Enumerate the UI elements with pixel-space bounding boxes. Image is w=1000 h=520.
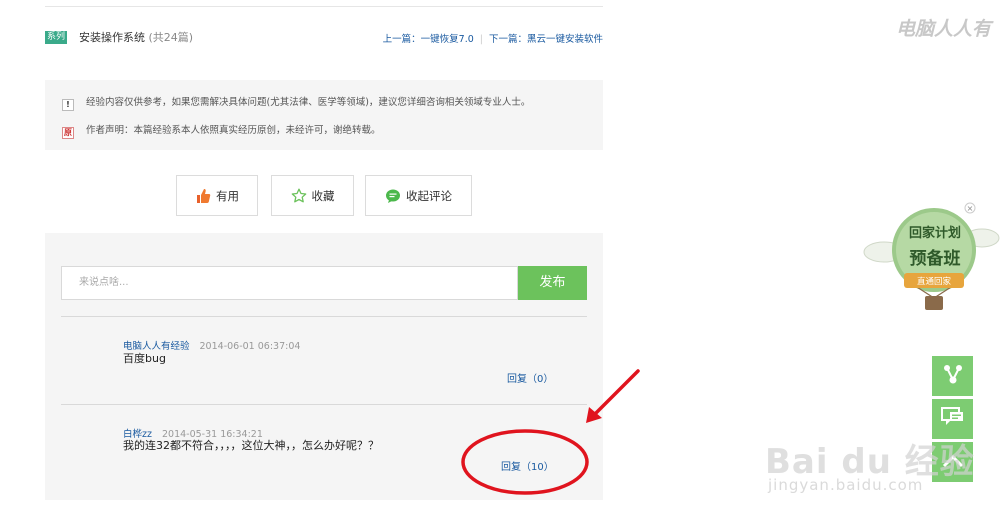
thumbs-up-icon (195, 188, 211, 204)
disclaimer-text: 经验内容仅供参考，如果您需解决具体问题(尤其法律、医学等领域)，建议您详细咨询相… (86, 97, 531, 108)
post-comment-button[interactable]: 发布 (518, 266, 587, 300)
ad-ribbon: 直通回家 (916, 277, 951, 287)
home-plan-ad[interactable]: × 回家计划 预备班 直通回家 (862, 200, 1000, 318)
feedback-button[interactable] (932, 399, 973, 439)
comment-text: 百度bug (123, 352, 166, 365)
baidu-jingyan-url: jingyan.baidu.com (768, 476, 924, 494)
annotation-circle (461, 429, 589, 495)
useful-label: 有用 (216, 188, 239, 203)
collapse-comments-label: 收起评论 (406, 188, 452, 203)
comment-input[interactable]: 来说点啥... (61, 266, 518, 300)
ad-subtitle: 预备班 (909, 249, 961, 269)
red-annotation-overlay (461, 369, 640, 495)
author-statement-row: 原 作者声明：本篇经验系本人依照真实经历原创，未经许可，谢绝转载。 (62, 122, 381, 139)
share-button[interactable] (932, 356, 973, 396)
svg-text:×: × (967, 204, 974, 213)
series-tag: 系列 (45, 31, 67, 44)
author-statement-text: 作者声明：本篇经验系本人依照真实经历原创，未经许可，谢绝转载。 (86, 125, 381, 136)
message-icon (940, 406, 965, 432)
series-count: (共24篇) (148, 31, 194, 44)
comment-text: 我的连32都不符合，，，，这位大神，，怎么办好呢？？ (123, 439, 379, 452)
next-article-link[interactable]: 下一篇：黑云一键安装软件 (489, 34, 603, 45)
prev-article-link[interactable]: 上一篇：一键恢复7.0 (383, 34, 474, 45)
author-watermark: 电脑人人有 (896, 18, 992, 40)
series-title-text[interactable]: 安装操作系统 (79, 31, 145, 44)
comments-divider (61, 316, 587, 317)
star-icon (291, 188, 307, 204)
disclaimer-box: ! 经验内容仅供参考，如果您需解决具体问题(尤其法律、医学等领域)，建议您详细咨询… (45, 80, 603, 150)
disclaimer-row: ! 经验内容仅供参考，如果您需解决具体问题(尤其法律、医学等领域)，建议您详细咨询… (62, 94, 530, 111)
comment-bubble-icon (385, 188, 401, 204)
comment-time: 2014-06-01 06:37:04 (199, 341, 301, 352)
share-icon (942, 363, 964, 389)
collapse-comments-button[interactable]: 收起评论 (365, 175, 472, 216)
prev-next-nav: 上一篇：一键恢复7.0 | 下一篇：黑云一键安装软件 (383, 31, 603, 45)
nav-separator: | (479, 34, 483, 45)
warning-icon: ! (62, 99, 74, 111)
series-title[interactable]: 安装操作系统 (共24篇) (79, 29, 193, 45)
ad-title: 回家计划 (908, 226, 961, 241)
top-divider (45, 6, 603, 7)
useful-button[interactable]: 有用 (176, 175, 258, 216)
original-icon: 原 (62, 127, 74, 139)
favorite-label: 收藏 (311, 188, 335, 203)
favorite-button[interactable]: 收藏 (271, 175, 354, 216)
annotation-arrow-shaft (590, 369, 640, 419)
